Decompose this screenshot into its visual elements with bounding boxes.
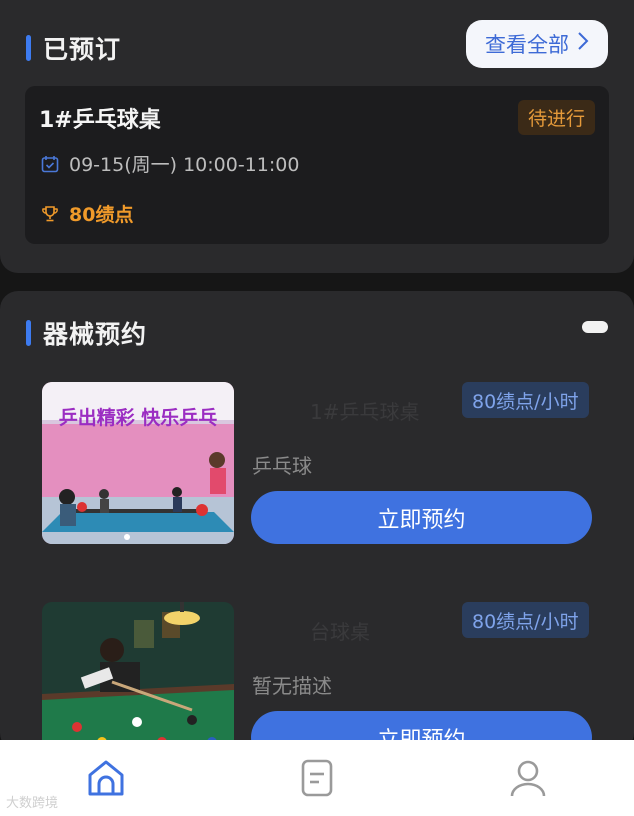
- status-badge: 待进行: [517, 100, 595, 135]
- book-now-button[interactable]: 立即预约: [251, 491, 592, 544]
- ping-pong-image: 乒出精彩 快乐乒乓: [42, 382, 234, 544]
- price-badge: 80绩点/小时: [462, 382, 589, 418]
- bottom-tab-bar: 大数跨境: [0, 740, 634, 816]
- booking-name: 1#乒乓球桌: [39, 108, 161, 133]
- calendar-icon: [41, 155, 59, 172]
- view-all-label: 查看全部: [485, 33, 569, 57]
- booking-time: 09-15(周一) 10:00-11:00: [69, 154, 300, 176]
- booking-time-row: 09-15(周一) 10:00-11:00: [41, 150, 299, 177]
- equipment-name: 台球桌: [310, 620, 370, 644]
- title-accent-bar: [26, 35, 31, 61]
- booking-points-row: 80绩点: [41, 200, 133, 227]
- toggle-pill[interactable]: [582, 321, 608, 333]
- title-accent-bar: [26, 320, 31, 346]
- home-icon: [88, 760, 124, 796]
- equipment-section-title: 器械预约: [26, 315, 147, 351]
- tab-orders[interactable]: [293, 754, 341, 802]
- tab-profile[interactable]: [504, 754, 552, 802]
- booked-section-title: 已预订: [26, 30, 121, 66]
- watermark: 大数跨境: [6, 796, 59, 811]
- trophy-icon: [42, 205, 58, 221]
- equipment-description: 乒乓球: [252, 454, 312, 478]
- equipment-name: 1#乒乓球桌: [310, 400, 420, 424]
- booked-section: 已预订 查看全部 1#乒乓球桌 待进行 09-15(周一) 10:00-11:0…: [0, 0, 634, 273]
- equipment-item: 乒出精彩 快乐乒乓 1#乒乓球桌 80绩点/小时 乒乓球 立即预约: [0, 382, 634, 562]
- equipment-description: 暂无描述: [252, 674, 332, 698]
- view-all-button[interactable]: 查看全部: [466, 20, 608, 68]
- equipment-section: 器械预约 乒出精彩 快乐乒乓 1#乒乓球桌 80绩点/小时 乒乓球 立即预约 台…: [0, 291, 634, 764]
- image-banner-text: 乒出精彩 快乐乒乓: [59, 406, 218, 429]
- user-icon: [510, 760, 546, 797]
- price-badge: 80绩点/小时: [462, 602, 589, 638]
- booking-points: 80绩点: [69, 204, 134, 226]
- booked-title: 已预订: [43, 35, 122, 64]
- equipment-title: 器械预约: [43, 320, 148, 349]
- booking-item[interactable]: 1#乒乓球桌 待进行 09-15(周一) 10:00-11:00 80绩点: [25, 86, 609, 244]
- tab-home[interactable]: [82, 754, 130, 802]
- chevron-right-icon: [577, 31, 589, 57]
- orders-icon: [301, 759, 333, 797]
